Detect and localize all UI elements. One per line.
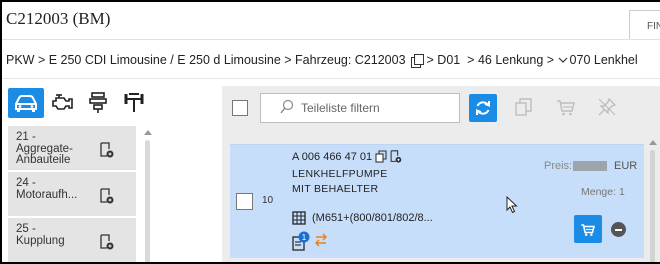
title-bar: C212003 (BM) FIN [2, 2, 660, 40]
group-label: 21 - Aggregate- Anbauteile [16, 131, 73, 166]
scrollbar[interactable] [649, 136, 657, 262]
car-icon [15, 95, 37, 112]
transmission-icon [89, 92, 107, 113]
breadcrumb-subgroup[interactable]: 070 Lenkhel [570, 53, 638, 67]
copy-icon[interactable] [375, 150, 387, 163]
part-number-row: A 006 466 47 01 [292, 150, 402, 163]
part-code-row: (M651+(800/801/802/8... [292, 211, 433, 225]
list-item[interactable]: 24 - Motoraufh... [8, 172, 136, 218]
app-window: C212003 (BM) FIN PKW > E 250 CDI Limousi… [0, 0, 660, 264]
engine-icon [52, 94, 73, 110]
group-list: 21 - Aggregate- Anbauteile 24 - Motorauf… [8, 126, 138, 262]
axle-icon [124, 93, 144, 112]
scroll-up-icon[interactable] [649, 140, 657, 145]
document-icon[interactable] [390, 150, 402, 163]
refresh-icon [476, 101, 490, 115]
divider [2, 39, 660, 40]
breadcrumb: PKW > E 250 CDI Limousine / E 250 d Limo… [6, 53, 638, 68]
part-name-line1: LENKHELFPUMPE [292, 168, 388, 180]
tab-engine[interactable] [44, 88, 80, 118]
position-number: 10 [262, 195, 274, 206]
cart-icon [581, 223, 595, 236]
list-item[interactable]: 21 - Aggregate- Anbauteile [8, 126, 136, 172]
part-name-line2: MIT BEHAELTER [292, 182, 379, 195]
part-item[interactable]: 10 A 006 466 47 01 LENKHELFPUMPE MIT BEH… [230, 144, 644, 258]
copy-icon[interactable] [515, 97, 533, 117]
info-document-icon[interactable]: 1 [292, 231, 310, 251]
vehicle-title: C212003 (BM) [6, 9, 111, 28]
document-icon[interactable] [100, 142, 114, 158]
part-number: A 006 466 47 01 [292, 150, 373, 163]
pin-icon[interactable] [597, 97, 617, 117]
breadcrumb-group-path[interactable]: > D01 > 46 Lenkung > [427, 53, 558, 67]
select-all-checkbox[interactable] [232, 100, 248, 116]
fin-button[interactable]: FIN [629, 10, 660, 40]
list-item[interactable]: 25 - Kupplung [8, 218, 136, 262]
price-currency: EUR [614, 160, 638, 172]
table-icon[interactable] [292, 211, 306, 225]
divider [2, 78, 660, 79]
document-icon[interactable] [100, 188, 114, 204]
tab-axle[interactable] [116, 88, 152, 118]
part-name: LENKHELFPUMPE MIT BEHAELTER [292, 167, 388, 196]
badge-count: 1 [302, 233, 307, 242]
swap-icon[interactable] [314, 233, 328, 247]
chevron-down-icon[interactable] [558, 57, 568, 64]
scroll-thumb[interactable] [145, 140, 150, 262]
copy-icon[interactable] [410, 53, 424, 68]
document-icon[interactable] [100, 234, 114, 250]
breadcrumb-vehicle-path[interactable]: PKW > E 250 CDI Limousine / E 250 d Limo… [6, 53, 406, 67]
price-label: Preis: [544, 160, 573, 172]
remove-button[interactable] [611, 222, 626, 237]
scroll-thumb[interactable] [650, 150, 655, 262]
mouse-cursor-icon [506, 196, 518, 214]
price-redacted [573, 161, 607, 171]
tab-car[interactable] [8, 88, 44, 118]
add-to-cart-button[interactable] [574, 215, 602, 243]
parts-panel: 10 A 006 466 47 01 LENKHELFPUMPE MIT BEH… [222, 86, 660, 262]
item-checkbox[interactable] [236, 193, 253, 210]
group-label: 25 - Kupplung [16, 223, 65, 247]
search-icon [280, 99, 294, 114]
quantity: Menge: 1 [581, 186, 625, 198]
scroll-up-icon[interactable] [144, 130, 152, 135]
tab-transmission[interactable] [80, 88, 116, 118]
parts-toolbar [222, 86, 660, 128]
cart-icon[interactable] [556, 97, 576, 117]
model-code: (M651+(800/801/802/8... [312, 212, 433, 224]
category-tabs [8, 88, 152, 118]
group-label: 24 - Motoraufh... [16, 177, 78, 201]
scrollbar[interactable] [143, 126, 152, 262]
refresh-button[interactable] [469, 94, 497, 122]
